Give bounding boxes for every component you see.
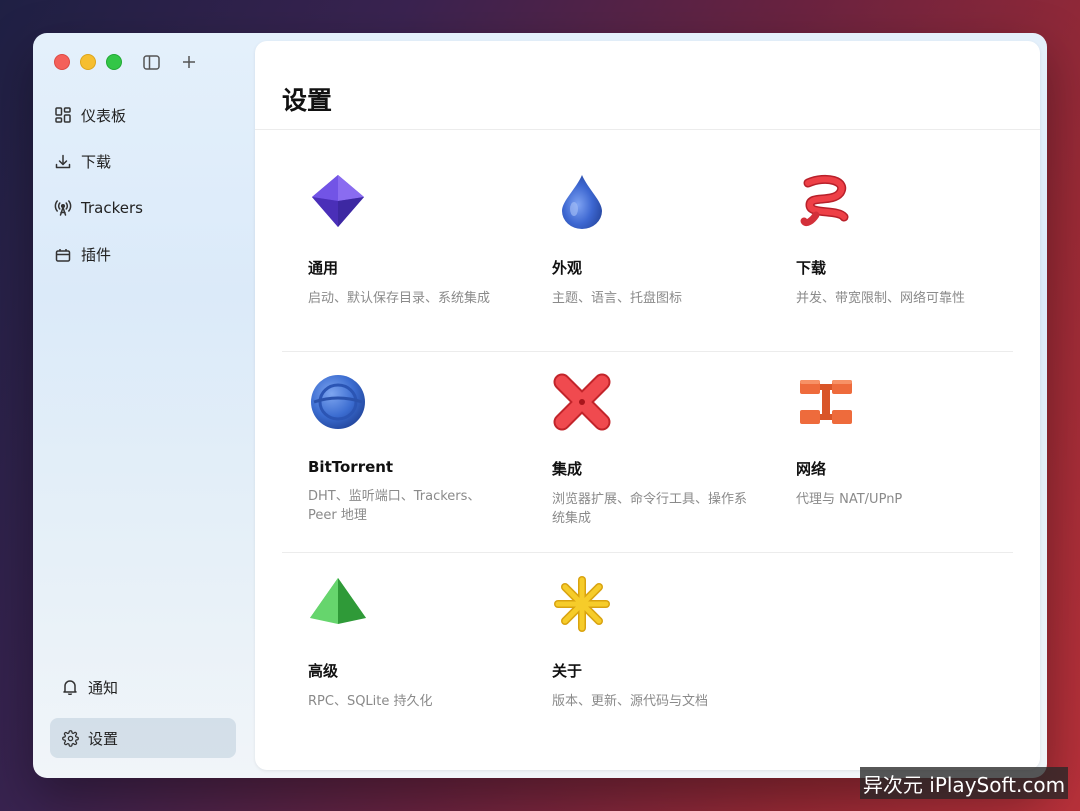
card-title: 高级 <box>308 662 339 680</box>
sidebar-item-dashboard[interactable]: 仪表板 <box>47 95 237 135</box>
sidebar-toggle-icon[interactable] <box>140 51 162 73</box>
watermark: 异次元 iPlaySoft.com <box>860 767 1068 799</box>
pyramid-icon <box>308 574 368 634</box>
octahedron-icon <box>308 171 368 231</box>
sidebar-item-trackers[interactable]: Trackers <box>47 188 237 228</box>
sidebar: 仪表板 下载 Trackers 插件 通知 设置 <box>33 33 255 778</box>
card-description: 并发、带宽限制、网络可靠性 <box>796 291 966 306</box>
window-controls <box>54 54 122 70</box>
bell-icon <box>61 678 79 696</box>
gear-icon <box>61 729 79 747</box>
card-description: 启动、默认保存目录、系统集成 <box>308 291 491 306</box>
settings-card-network[interactable]: 网络 代理与 NAT/UPnP <box>796 372 1016 509</box>
card-description: DHT、监听端口、Trackers、Peer 地理 <box>308 489 481 523</box>
globe-icon <box>308 372 368 432</box>
settings-card-appearance[interactable]: 外观 主题、语言、托盘图标 <box>552 171 772 308</box>
cross-icon <box>552 372 612 432</box>
card-title: 关于 <box>552 662 583 680</box>
sidebar-item-settings[interactable]: 设置 <box>50 718 236 758</box>
settings-card-bittorrent[interactable]: BitTorrent DHT、监听端口、Trackers、Peer 地理 <box>308 372 528 525</box>
sidebar-item-plugins[interactable]: 插件 <box>47 235 237 275</box>
antenna-icon <box>54 199 72 217</box>
settings-card-integration[interactable]: 集成 浏览器扩展、命令行工具、操作系统集成 <box>552 372 772 528</box>
sidebar-item-label: 通知 <box>88 678 119 697</box>
card-title: BitTorrent <box>308 458 394 476</box>
settings-card-download[interactable]: 下载 并发、带宽限制、网络可靠性 <box>796 171 1016 308</box>
minimize-window-button[interactable] <box>80 54 96 70</box>
dashboard-icon <box>54 106 72 124</box>
title-divider <box>255 129 1040 130</box>
close-window-button[interactable] <box>54 54 70 70</box>
sidebar-item-notifications[interactable]: 通知 <box>50 667 236 707</box>
row-divider <box>282 351 1013 352</box>
page-title: 设置 <box>282 86 333 115</box>
download-icon <box>54 153 72 171</box>
card-description: 浏览器扩展、命令行工具、操作系统集成 <box>552 492 748 526</box>
sidebar-item-label: Trackers <box>81 199 143 217</box>
sidebar-bottom-nav: 通知 设置 <box>50 667 236 769</box>
zoom-window-button[interactable] <box>106 54 122 70</box>
coil-icon <box>796 171 856 231</box>
card-title: 下载 <box>796 259 827 277</box>
card-title: 外观 <box>552 259 583 277</box>
sidebar-nav: 仪表板 下载 Trackers 插件 <box>47 95 237 281</box>
settings-panel: 设置 通用 启动、默认保存目录、系统集成 外观 主题、语言、托盘图标 下载 并发… <box>255 41 1040 770</box>
droplet-icon <box>552 171 612 231</box>
row-divider <box>282 552 1013 553</box>
sidebar-item-downloads[interactable]: 下载 <box>47 142 237 182</box>
settings-card-advanced[interactable]: 高级 RPC、SQLite 持久化 <box>308 574 528 711</box>
card-description: RPC、SQLite 持久化 <box>308 694 433 709</box>
card-description: 主题、语言、托盘图标 <box>552 291 683 306</box>
card-title: 集成 <box>552 460 583 478</box>
add-icon[interactable] <box>178 51 200 73</box>
sidebar-item-label: 仪表板 <box>81 106 127 125</box>
settings-card-general[interactable]: 通用 启动、默认保存目录、系统集成 <box>308 171 528 308</box>
sidebar-item-label: 插件 <box>81 246 112 264</box>
card-description: 版本、更新、源代码与文档 <box>552 694 709 709</box>
app-window: 仪表板 下载 Trackers 插件 通知 设置 设置 通用 启动、默认保存目录… <box>33 33 1047 778</box>
settings-card-about[interactable]: 关于 版本、更新、源代码与文档 <box>552 574 772 711</box>
plugin-icon <box>54 246 72 264</box>
sidebar-item-label: 设置 <box>88 729 119 748</box>
card-description: 代理与 NAT/UPnP <box>796 492 903 507</box>
asterisk-icon <box>552 574 612 634</box>
card-title: 通用 <box>308 259 339 277</box>
card-title: 网络 <box>796 460 827 478</box>
network-blocks-icon <box>796 372 856 432</box>
sidebar-item-label: 下载 <box>81 153 112 171</box>
